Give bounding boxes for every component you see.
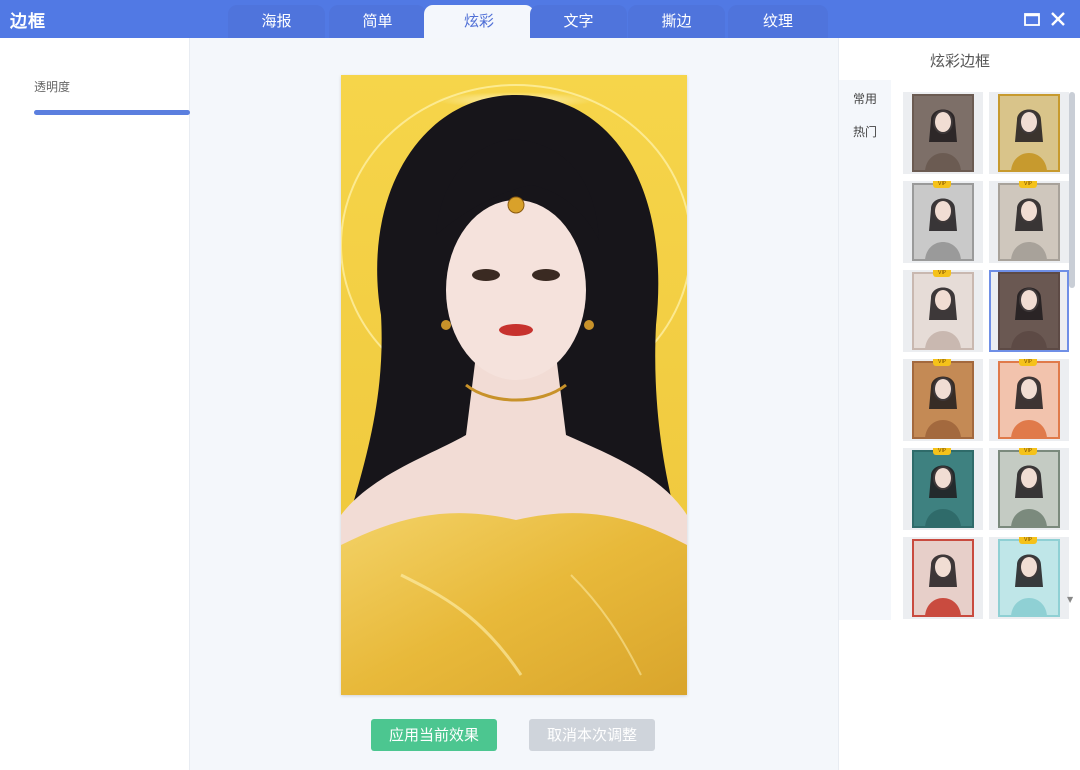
tab-colorful[interactable]: 炫彩 [424,5,534,39]
opacity-slider[interactable] [34,110,190,115]
frame-thumbnail[interactable] [903,92,983,174]
scroll-down-arrow-icon[interactable]: ▼ [1067,595,1073,604]
vip-badge: VIP [933,359,951,366]
tab-texture[interactable]: 纹理 [728,5,828,38]
maximize-icon[interactable] [1022,9,1042,29]
window-title: 边框 [10,12,46,32]
tab-text[interactable]: 文字 [530,5,627,38]
frame-thumbnail[interactable]: VIP [903,448,983,530]
vip-badge: VIP [1019,537,1037,544]
preview-image [341,75,687,695]
thumbnail-scrollbar[interactable] [1069,92,1075,288]
frame-thumbnail[interactable]: VIP [989,359,1069,441]
category-popular[interactable]: 热门 [853,123,877,140]
tab-simple[interactable]: 简单 [329,5,426,38]
frame-thumbnail[interactable]: VIP [903,270,983,352]
tab-poster[interactable]: 海报 [228,5,325,38]
settings-panel: 透明度 [0,38,190,770]
title-bar: 边框 海报 简单 炫彩 文字 撕边 纹理 [0,0,1080,39]
frame-thumbnail[interactable]: VIP [903,181,983,263]
frame-library-panel: 炫彩边框 常用 热门 VIP VIP VIP VIP VIP VIP VIP VIP ▼ [838,38,1080,770]
vip-badge: VIP [1019,448,1037,455]
frame-thumbnail[interactable]: VIP [989,537,1069,619]
vip-badge: VIP [1019,181,1037,188]
frame-thumbnail[interactable] [989,92,1069,174]
frame-thumbnail[interactable]: VIP [903,359,983,441]
tab-torn-edge[interactable]: 撕边 [628,5,725,38]
vip-badge: VIP [933,448,951,455]
frame-thumbnail-grid: VIP VIP VIP VIP VIP VIP VIP VIP [891,80,1080,770]
apply-effect-button[interactable]: 应用当前效果 [371,719,497,751]
opacity-slider-fill [34,110,190,115]
opacity-label: 透明度 [34,80,71,94]
vip-badge: VIP [1019,359,1037,366]
frame-thumbnail[interactable]: VIP [989,448,1069,530]
vip-badge: VIP [933,181,951,188]
frame-thumbnail[interactable] [989,270,1069,352]
vip-badge: VIP [933,270,951,277]
frame-thumbnail[interactable] [903,537,983,619]
frame-library-title: 炫彩边框 [929,52,990,70]
preview-area: 应用当前效果 取消本次调整 [190,38,838,770]
cancel-adjustment-button[interactable]: 取消本次调整 [529,719,655,751]
frame-thumbnail[interactable]: VIP [989,181,1069,263]
category-common[interactable]: 常用 [853,90,877,107]
close-icon[interactable] [1048,9,1068,29]
category-list: 常用 热门 [839,80,891,620]
